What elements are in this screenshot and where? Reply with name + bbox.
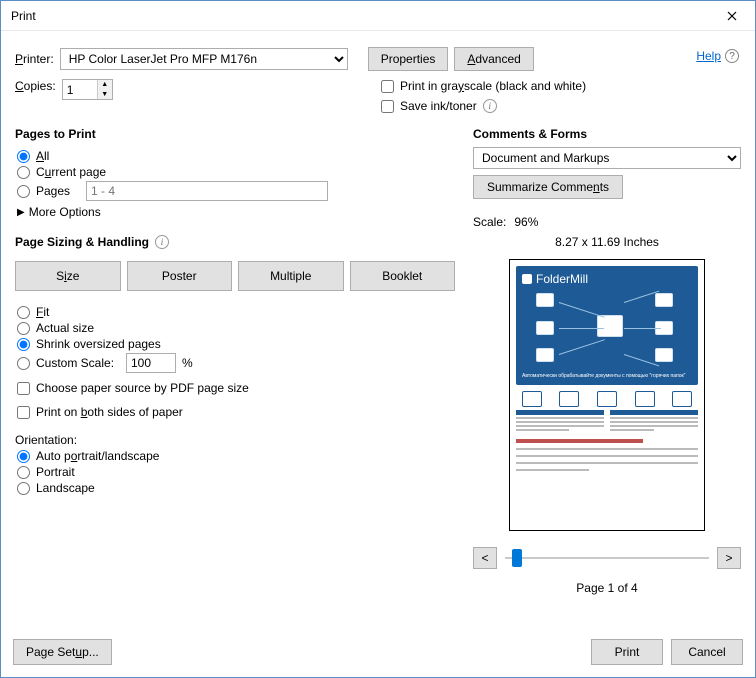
right-column: Comments & Forms Document and Markups Su… (473, 127, 741, 629)
custom-scale-input (126, 353, 176, 373)
close-icon (727, 11, 737, 21)
preview-dimensions: 8.27 x 11.69 Inches (473, 235, 741, 249)
orient-auto-radio[interactable] (17, 450, 30, 463)
footer: Page Setup... Print Cancel (1, 639, 755, 677)
shrink-row[interactable]: Shrink oversized pages (17, 337, 455, 351)
shrink-radio[interactable] (17, 338, 30, 351)
scale-value: 96% (514, 215, 538, 229)
close-button[interactable] (709, 1, 755, 31)
preview-doc-header: FolderMill (516, 266, 698, 385)
sizing-mode-buttons: Size Poster Multiple Booklet (15, 261, 455, 291)
comments-forms-title: Comments & Forms (473, 127, 741, 141)
dialog-body: Help ? Printer: HP Color LaserJet Pro MF… (1, 31, 755, 639)
chevron-right-icon: ▶ (17, 207, 25, 218)
help-icon: ? (725, 49, 739, 63)
help-label: Help (696, 49, 721, 63)
orient-portrait-radio[interactable] (17, 466, 30, 479)
print-dialog: Print Help ? Printer: HP Color LaserJet … (0, 0, 756, 678)
pages-range-row: Pages (17, 181, 455, 201)
pages-all-radio[interactable] (17, 150, 30, 163)
both-sides-row[interactable]: Print on both sides of paper (17, 405, 455, 419)
info-icon[interactable]: i (483, 99, 497, 113)
printer-row: Printer: HP Color LaserJet Pro MFP M176n… (15, 47, 741, 71)
copies-spinner[interactable]: ▲ ▼ (62, 79, 113, 100)
preview-logo-text: FolderMill (536, 272, 588, 286)
orientation-title: Orientation: (15, 433, 455, 447)
titlebar: Print (1, 1, 755, 31)
scale-label: Scale: (473, 215, 506, 229)
actual-radio[interactable] (17, 322, 30, 335)
pages-to-print-title: Pages to Print (15, 127, 455, 141)
custom-scale-row: Custom Scale: % (17, 353, 455, 373)
window-title: Print (11, 9, 36, 23)
size-button[interactable]: Size (15, 261, 121, 291)
pages-all-row[interactable]: All (17, 149, 455, 163)
page-setup-button[interactable]: Page Setup... (13, 639, 112, 665)
paper-source-checkbox[interactable] (17, 382, 30, 395)
preview-page: FolderMill (509, 259, 705, 531)
both-sides-checkbox[interactable] (17, 406, 30, 419)
orient-auto-row[interactable]: Auto portrait/landscape (17, 449, 455, 463)
pages-range-input[interactable] (86, 181, 328, 201)
help-link[interactable]: Help ? (696, 49, 739, 63)
booklet-button[interactable]: Booklet (350, 261, 456, 291)
preview-prev-button[interactable]: < (473, 547, 497, 569)
preview-doc-body (516, 389, 698, 524)
cancel-button[interactable]: Cancel (671, 639, 743, 665)
fit-row[interactable]: Fit (17, 305, 455, 319)
info-icon[interactable]: i (155, 235, 169, 249)
preview-nav: < > (473, 547, 741, 569)
saveink-checkbox-row[interactable]: Save ink/toner i (381, 99, 741, 113)
copies-up[interactable]: ▲ (98, 80, 112, 90)
saveink-checkbox[interactable] (381, 100, 394, 113)
printer-select[interactable]: HP Color LaserJet Pro MFP M176n (60, 48, 348, 70)
grayscale-checkbox-row[interactable]: Print in grayscale (black and white) (381, 79, 741, 93)
printer-label: Printer: (15, 52, 54, 66)
fit-radio[interactable] (17, 306, 30, 319)
grayscale-checkbox[interactable] (381, 80, 394, 93)
properties-button[interactable]: Properties (368, 47, 449, 71)
left-column: Pages to Print All Current page Pages (15, 127, 455, 629)
actual-row[interactable]: Actual size (17, 321, 455, 335)
preview-next-button[interactable]: > (717, 547, 741, 569)
preview-slider[interactable] (505, 549, 709, 567)
sizing-title: Page Sizing & Handling (15, 235, 149, 249)
orient-landscape-radio[interactable] (17, 482, 30, 495)
advanced-button[interactable]: Advanced (454, 47, 533, 71)
grayscale-label: Print in grayscale (black and white) (400, 79, 586, 93)
copies-row: Copies: ▲ ▼ Print in grayscale (black an… (15, 79, 741, 113)
saveink-label: Save ink/toner (400, 99, 477, 113)
pages-range-label: Pages (36, 184, 80, 198)
poster-button[interactable]: Poster (127, 261, 233, 291)
pages-current-row[interactable]: Current page (17, 165, 455, 179)
print-button[interactable]: Print (591, 639, 663, 665)
comments-forms-select[interactable]: Document and Markups (473, 147, 741, 169)
paper-source-row[interactable]: Choose paper source by PDF page size (17, 381, 455, 395)
pages-current-radio[interactable] (17, 166, 30, 179)
multiple-button[interactable]: Multiple (238, 261, 344, 291)
copies-label: Copies: (15, 79, 56, 93)
summarize-comments-button[interactable]: Summarize Comments (473, 175, 623, 199)
pages-range-radio[interactable] (17, 185, 30, 198)
copies-down[interactable]: ▼ (98, 90, 112, 100)
orient-landscape-row[interactable]: Landscape (17, 481, 455, 495)
orient-portrait-row[interactable]: Portrait (17, 465, 455, 479)
custom-scale-radio[interactable] (17, 357, 30, 370)
copies-input[interactable] (63, 80, 97, 99)
slider-thumb[interactable] (512, 549, 522, 567)
page-indicator: Page 1 of 4 (473, 581, 741, 595)
more-options-toggle[interactable]: ▶ More Options (17, 205, 455, 219)
